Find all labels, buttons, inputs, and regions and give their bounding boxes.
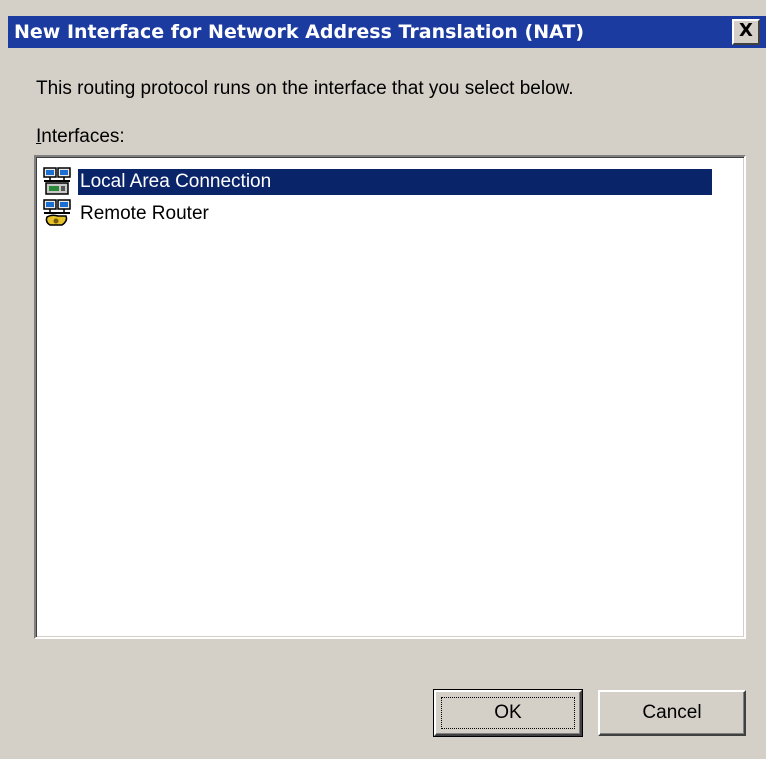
- list-item-label: Remote Router: [80, 203, 209, 224]
- close-button[interactable]: X: [732, 19, 760, 45]
- focus-rectangle: [441, 697, 575, 729]
- interfaces-label: Interfaces:: [36, 126, 125, 148]
- list-item-local-area-connection[interactable]: Local Area Connection: [42, 165, 712, 197]
- cancel-button[interactable]: Cancel: [598, 690, 746, 736]
- network-adapter-icon: [42, 167, 74, 195]
- list-item-remote-router[interactable]: Remote Router: [42, 197, 710, 229]
- list-item-label: Local Area Connection: [78, 169, 712, 195]
- nat-interface-dialog: New Interface for Network Address Transl…: [0, 0, 766, 759]
- description-text: This routing protocol runs on the interf…: [36, 78, 574, 99]
- interfaces-listbox[interactable]: Local Area Connection Remote Router: [34, 155, 746, 639]
- interfaces-label-text: nterfaces:: [41, 126, 125, 147]
- cancel-button-label: Cancel: [642, 702, 702, 723]
- demand-dial-router-icon: [42, 199, 74, 227]
- close-icon: X: [739, 20, 753, 41]
- ok-button[interactable]: OK: [433, 689, 583, 737]
- window-title: New Interface for Network Address Transl…: [14, 21, 585, 43]
- title-bar[interactable]: New Interface for Network Address Transl…: [8, 16, 766, 48]
